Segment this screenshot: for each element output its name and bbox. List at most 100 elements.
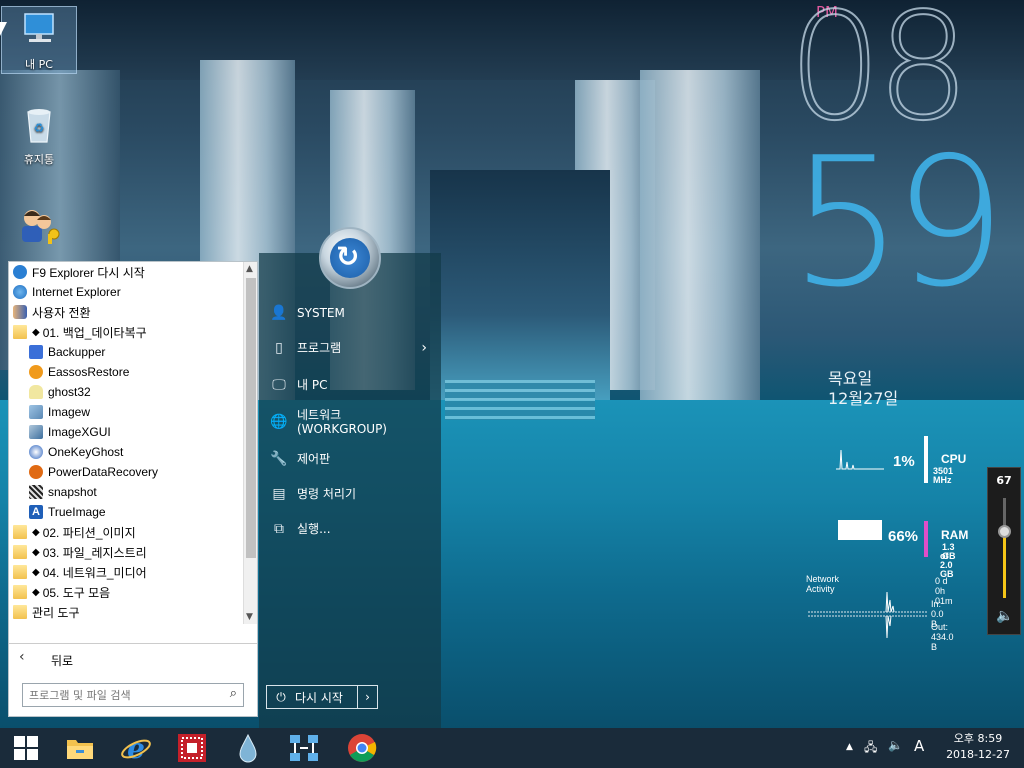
windows-logo-icon bbox=[14, 736, 38, 760]
folder-icon bbox=[13, 545, 27, 559]
program-item[interactable]: Internet Explorer bbox=[9, 282, 243, 302]
search-input[interactable] bbox=[29, 687, 215, 703]
back-button[interactable]: ‹ 뒤로 bbox=[9, 643, 257, 673]
trueimage-icon: A bbox=[29, 505, 43, 519]
wallpaper-corridor bbox=[430, 170, 610, 410]
start-menu-link-sublabel: (WORKGROUP) bbox=[297, 422, 387, 436]
scroll-down-icon[interactable]: ▼ bbox=[246, 612, 253, 622]
ghost-icon bbox=[29, 385, 43, 399]
taskbar-network-tool[interactable] bbox=[278, 728, 330, 768]
wallpaper-pillar bbox=[640, 70, 760, 400]
monitor-icon bbox=[24, 13, 54, 42]
program-item[interactable]: OneKeyGhost bbox=[9, 442, 243, 462]
speaker-icon[interactable]: 🔈 bbox=[996, 608, 1013, 624]
network-out: Out: 434.0 B bbox=[931, 622, 954, 652]
program-item[interactable]: EassosRestore bbox=[9, 362, 243, 382]
start-menu-link-cmd[interactable]: ▤ 명령 처리기 bbox=[269, 486, 439, 502]
program-item[interactable]: 사용자 전환 bbox=[9, 302, 243, 322]
program-item[interactable]: Backupper bbox=[9, 342, 243, 362]
start-menu-link-label: 제어판 bbox=[297, 452, 331, 466]
desktop-icon-label: 내 PC bbox=[25, 58, 53, 71]
program-label: 03. 파일_레지스트리 bbox=[42, 545, 147, 560]
folder-icon bbox=[13, 325, 27, 339]
program-folder[interactable]: ◆ 01. 백업_데이타복구 bbox=[9, 322, 243, 342]
program-label: F9 Explorer 다시 시작 bbox=[32, 265, 145, 280]
program-item[interactable]: PowerDataRecovery bbox=[9, 462, 243, 482]
program-item[interactable]: ImageXGUI bbox=[9, 422, 243, 442]
file-explorer-icon bbox=[67, 740, 93, 759]
start-menu-link-wrench[interactable]: 🔧 제어판 bbox=[269, 451, 439, 467]
start-menu-link-programs[interactable]: ▯ 프로그램 › bbox=[269, 340, 439, 356]
taskbar-internet-explorer[interactable]: e bbox=[110, 728, 162, 768]
taskbar-app-grid[interactable] bbox=[166, 728, 218, 768]
folder-icon bbox=[13, 605, 27, 619]
desktop-icon-my-pc[interactable]: 내 PC bbox=[1, 6, 77, 74]
start-menu-link-text: 프로그램 bbox=[297, 341, 341, 355]
chrome-icon bbox=[348, 734, 377, 762]
program-item[interactable]: ghost32 bbox=[9, 382, 243, 402]
tray-clock[interactable]: 오후 8:59 2018-12-27 bbox=[946, 731, 1010, 763]
restart-button[interactable]: ⏻ 다시 시작 › bbox=[266, 685, 378, 709]
run-icon: ⧉ bbox=[274, 521, 284, 537]
program-folder[interactable]: ◆ 05. 도구 모음 bbox=[9, 582, 243, 602]
program-list-scrollbar[interactable]: ▲ ▼ bbox=[243, 262, 257, 624]
tray-overflow-chevron-icon[interactable]: ▲ bbox=[846, 742, 853, 752]
program-label: TrueImage bbox=[48, 505, 106, 519]
chevron-left-icon: ‹ bbox=[19, 649, 25, 665]
program-folder[interactable]: ◆ 02. 파티션_이미지 bbox=[9, 522, 243, 542]
program-item[interactable]: A TrueImage bbox=[9, 502, 243, 522]
start-menu-link-computer[interactable]: 🖵 내 PC bbox=[269, 377, 439, 393]
folder-icon bbox=[13, 565, 27, 579]
taskbar-chrome[interactable] bbox=[336, 728, 388, 768]
start-menu-link-text: 내 PC bbox=[297, 378, 327, 392]
program-label: EassosRestore bbox=[48, 365, 130, 379]
diamond-icon: ◆ bbox=[32, 326, 40, 338]
program-folder[interactable]: ◆ 04. 네트워크_미디어 bbox=[9, 562, 243, 582]
diamond-icon: ◆ bbox=[32, 566, 40, 578]
program-label: 01. 백업_데이타복구 bbox=[42, 325, 147, 340]
start-menu-user-picture[interactable] bbox=[319, 227, 381, 289]
cpu-label: CPU bbox=[941, 452, 967, 466]
snapshot-icon bbox=[29, 485, 43, 499]
ram-percent: 66% bbox=[888, 528, 919, 545]
restart-options-chevron-icon[interactable]: › bbox=[357, 686, 377, 708]
program-item[interactable]: Imagew bbox=[9, 402, 243, 422]
start-menu-link-network[interactable]: 🌐 네트워크 (WORKGROUP) bbox=[269, 408, 439, 436]
tray-volume-icon[interactable]: 🔈 bbox=[888, 738, 903, 752]
taskbar-file-explorer[interactable] bbox=[54, 728, 106, 768]
start-button[interactable] bbox=[0, 728, 52, 768]
cpu-level-bar bbox=[924, 436, 928, 483]
cpu-detail: 3501 MHz bbox=[933, 466, 954, 485]
start-menu-link-label: 내 PC bbox=[297, 378, 328, 392]
program-label: Internet Explorer bbox=[32, 285, 121, 299]
start-menu-right-panel: 👤 SYSTEM ▯ 프로그램 › 🖵 내 PC 🌐 네트워크 (WORKGROUP) 🔧 제어판 ▤ 명… bbox=[259, 253, 441, 728]
ram-graph bbox=[838, 520, 882, 540]
desktop-icon-recycle-bin[interactable]: ♻ 휴지통 bbox=[1, 104, 77, 167]
search-box[interactable]: ⌕ bbox=[22, 683, 244, 707]
imagex-icon bbox=[29, 425, 43, 439]
taskbar-droplet-app[interactable] bbox=[222, 728, 274, 768]
volume-value: 67 bbox=[996, 474, 1012, 487]
program-folder[interactable]: ◆ 03. 파일_레지스트리 bbox=[9, 542, 243, 562]
program-folder[interactable]: 관리 도구 bbox=[9, 602, 243, 622]
scrollbar-thumb[interactable] bbox=[246, 278, 256, 558]
scroll-up-icon[interactable]: ▲ bbox=[246, 264, 253, 274]
tray-ime-indicator[interactable]: A bbox=[914, 737, 924, 755]
onekey-icon bbox=[29, 445, 43, 459]
desktop-icon-users[interactable] bbox=[1, 204, 77, 251]
ram-detail-total: of 2.0 GB bbox=[940, 551, 954, 579]
start-menu-link-user[interactable]: 👤 SYSTEM bbox=[269, 305, 439, 321]
start-menu-link-run[interactable]: ⧉ 실행... bbox=[269, 521, 439, 537]
clock-minute: 59 bbox=[790, 119, 1006, 326]
wallpaper-steps bbox=[445, 380, 595, 420]
search-icon[interactable]: ⌕ bbox=[230, 686, 237, 701]
folder-icon bbox=[13, 525, 27, 539]
program-item[interactable]: F9 Explorer 다시 시작 bbox=[9, 262, 243, 282]
taskbar: e ▲ 🖧 🔈 A 오후 8:59 2018-12-27 bbox=[0, 728, 1024, 768]
tray-network-icon[interactable]: 🖧 bbox=[864, 738, 877, 759]
programs-icon: ▯ bbox=[275, 340, 283, 356]
program-label: snapshot bbox=[48, 485, 97, 499]
volume-thumb[interactable] bbox=[998, 525, 1011, 538]
network-graph bbox=[808, 591, 928, 638]
program-item[interactable]: snapshot bbox=[9, 482, 243, 502]
